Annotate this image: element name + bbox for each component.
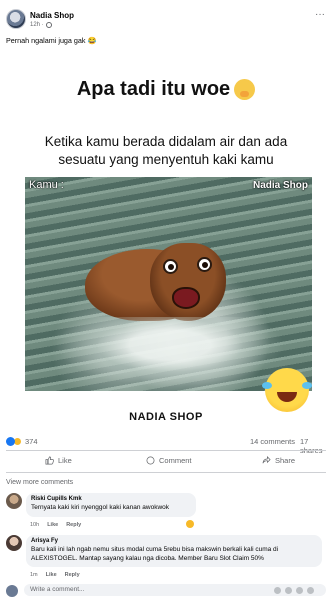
post-caption: Pernah ngalami juga gak 😂	[6, 36, 97, 45]
haha-reaction-icon[interactable]	[186, 520, 194, 528]
more-options-icon[interactable]: ···	[315, 10, 325, 20]
view-more-comments[interactable]: View more comments	[6, 479, 73, 486]
commenter-name[interactable]: Riski Cupills Kmk	[31, 496, 191, 502]
comment-meta: 1m Like Reply	[30, 572, 80, 578]
gif-icon[interactable]	[296, 587, 303, 594]
write-comment-row: Write a comment...	[0, 583, 332, 597]
share-icon	[262, 456, 271, 464]
globe-icon	[45, 22, 52, 28]
dog-left-eye	[163, 259, 178, 274]
user-avatar	[6, 585, 18, 597]
comment-bubble: Arisya Fy Baru kali ini lah ngab nemu si…	[26, 535, 322, 567]
comment-count[interactable]: 14 comments	[250, 437, 295, 446]
page-avatar[interactable]	[6, 9, 26, 29]
like-reaction-icon	[6, 437, 15, 446]
comment-tools	[274, 587, 314, 594]
commenter-avatar[interactable]	[6, 493, 22, 509]
dog-head	[150, 243, 226, 321]
meme-subtitle-line1: Ketika kamu berada didalam air dan ada	[44, 134, 288, 149]
comment-reply-link[interactable]: Reply	[66, 522, 81, 528]
share-button[interactable]: Share	[262, 456, 295, 465]
dog-mouth	[172, 287, 200, 309]
photo-label: Kamu :	[29, 179, 64, 191]
post-image[interactable]: Apa tadi itu woe Ketika kamu berada dida…	[0, 53, 332, 433]
meme-title-text: Apa tadi itu woe	[76, 78, 231, 100]
commenter-avatar[interactable]	[6, 535, 22, 551]
action-bar: Like Comment Share	[0, 452, 332, 472]
comment-text: Baru kali ini lah ngab nemu situs modal …	[31, 546, 279, 562]
giggle-emoji-icon	[234, 79, 256, 101]
reaction-count[interactable]: 374	[25, 437, 38, 446]
dog-right-eye	[197, 257, 212, 272]
comment-bubble: Riski Cupills Kmk Ternyata kaki kiri nye…	[26, 493, 196, 517]
photo-watermark: Nadia Shop	[252, 180, 308, 191]
post-meta: 12h ·	[30, 22, 52, 28]
like-button-label: Like	[58, 456, 72, 465]
commenter-name[interactable]: Arisya Fy	[31, 538, 317, 544]
comment-time[interactable]: 10h	[30, 522, 39, 528]
comment-input-placeholder: Write a comment...	[30, 586, 85, 593]
divider	[6, 472, 326, 473]
reaction-icons[interactable]	[6, 437, 22, 446]
like-button[interactable]: Like	[45, 456, 72, 465]
emoji-icon[interactable]	[274, 587, 281, 594]
comment-like-link[interactable]: Like	[46, 572, 57, 578]
thumbs-up-icon	[45, 456, 54, 465]
divider	[6, 450, 326, 451]
comment-meta: 10h Like Reply	[30, 522, 81, 528]
water-splash	[55, 317, 285, 387]
reaction-summary: 374 14 comments 17 shares	[0, 433, 332, 455]
post-time[interactable]: 12h ·	[30, 22, 44, 28]
meme-subtitle-line2: sesuatu yang menyentuh kaki kamu	[58, 152, 274, 167]
comment-button[interactable]: Comment	[146, 456, 192, 465]
comment-text: Ternyata kaki kiri nyenggol kaki kanan a…	[31, 504, 170, 511]
post-header: Nadia Shop 12h · ···	[0, 0, 332, 34]
dog-photo: Kamu : Nadia Shop	[25, 177, 312, 391]
comment-reply-link[interactable]: Reply	[65, 572, 80, 578]
meme-footer: NADIA SHOP	[129, 411, 203, 423]
camera-icon[interactable]	[285, 587, 292, 594]
laughing-emoji-icon	[262, 368, 309, 412]
comment-button-label: Comment	[159, 456, 192, 465]
meme-title: Apa tadi itu woe	[0, 78, 332, 101]
comment-icon	[146, 456, 155, 465]
share-button-label: Share	[275, 456, 296, 465]
page-name[interactable]: Nadia Shop	[30, 11, 74, 20]
comment-item: Riski Cupills Kmk Ternyata kaki kiri nye…	[6, 493, 326, 531]
sticker-icon[interactable]	[307, 587, 314, 594]
comment-like-link[interactable]: Like	[47, 522, 58, 528]
comment-input[interactable]: Write a comment...	[24, 584, 326, 596]
comment-item: Arisya Fy Baru kali ini lah ngab nemu si…	[6, 535, 326, 580]
comment-time[interactable]: 1m	[30, 572, 38, 578]
meme-subtitle: Ketika kamu berada didalam air dan ada s…	[0, 133, 332, 169]
